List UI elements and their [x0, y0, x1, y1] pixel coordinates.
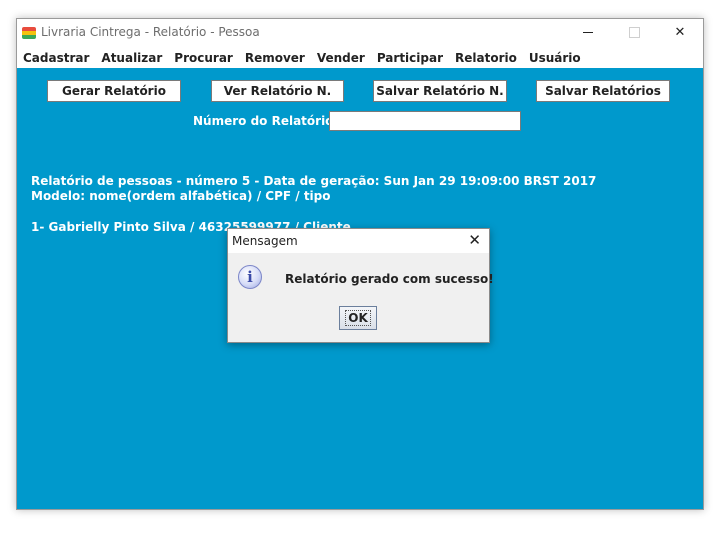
maximize-icon[interactable]	[611, 19, 657, 47]
menu-usuario[interactable]: Usuário	[523, 48, 587, 69]
dialog-title-bar[interactable]: Mensagem ✕	[228, 229, 489, 253]
menu-participar[interactable]: Participar	[371, 48, 449, 69]
menu-procurar[interactable]: Procurar	[168, 48, 239, 69]
report-number-input[interactable]	[329, 111, 521, 131]
dialog-title: Mensagem	[232, 234, 298, 248]
ok-button-label: OK	[345, 310, 371, 326]
report-model: Modelo: nome(ordem alfabética) / CPF / t…	[31, 189, 331, 203]
menu-atualizar[interactable]: Atualizar	[95, 48, 168, 69]
menu-cadastrar[interactable]: Cadastrar	[17, 48, 95, 69]
menu-bar: Cadastrar Atualizar Procurar Remover Vender P…	[17, 47, 703, 68]
report-number-label: Número do Relatório:	[193, 114, 339, 128]
message-dialog: Mensagem ✕ i Relatório gerado com sucess…	[227, 228, 494, 343]
dialog-close-icon[interactable]: ✕	[468, 232, 481, 249]
app-icon	[22, 27, 36, 39]
window-title: Livraria Cintrega - Relatório - Pessoa	[41, 25, 260, 39]
ok-button[interactable]: OK	[339, 306, 377, 330]
close-icon[interactable]: ✕	[657, 19, 703, 47]
info-icon: i	[238, 265, 262, 289]
report-header: Relatório de pessoas - número 5 - Data d…	[31, 174, 597, 188]
menu-relatorio[interactable]: Relatorio	[449, 48, 523, 69]
ver-relatorio-button[interactable]: Ver Relatório N.	[211, 80, 344, 102]
gerar-relatorio-button[interactable]: Gerar Relatório	[47, 80, 181, 102]
menu-vender[interactable]: Vender	[311, 48, 371, 69]
menu-remover[interactable]: Remover	[239, 48, 311, 69]
salvar-relatorio-n-button[interactable]: Salvar Relatório N.	[373, 80, 507, 102]
minimize-icon[interactable]	[565, 19, 611, 47]
title-bar[interactable]: Livraria Cintrega - Relatório - Pessoa ✕	[17, 19, 703, 47]
salvar-relatorios-button[interactable]: Salvar Relatórios	[536, 80, 670, 102]
dialog-message: Relatório gerado com sucesso!	[285, 272, 494, 286]
